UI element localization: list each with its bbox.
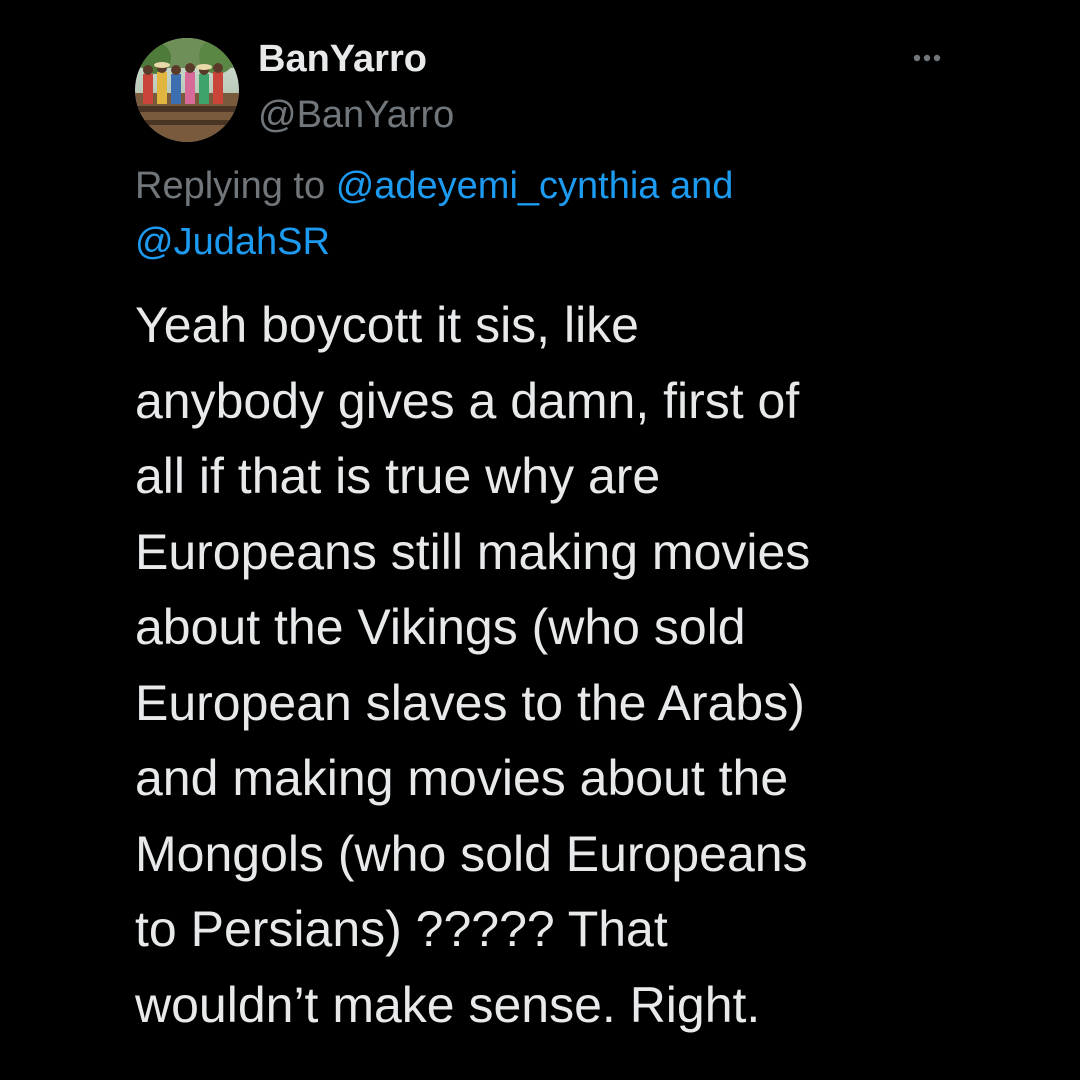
avatar-photo (135, 38, 239, 142)
more-horizontal-icon (913, 54, 941, 62)
mention-link[interactable]: @JudahSR (135, 221, 330, 263)
replying-to-conjunction: and (670, 165, 734, 207)
tweet-card: BanYarro @BanYarro Replying to @adeyemi_… (0, 0, 1080, 1080)
author-display-name[interactable]: BanYarro (258, 36, 427, 82)
mention-link[interactable]: @adeyemi_cynthia (336, 165, 660, 207)
author-avatar[interactable] (135, 38, 239, 142)
author-handle[interactable]: @BanYarro (258, 92, 454, 138)
replying-to-line: Replying to @adeyemi_cynthia and @JudahSR (135, 158, 955, 270)
tweet-body-text: Yeah boycott it sis, like anybody gives … (135, 297, 811, 1033)
replying-to-label: Replying to (135, 165, 326, 207)
more-options-button[interactable] (902, 44, 952, 74)
